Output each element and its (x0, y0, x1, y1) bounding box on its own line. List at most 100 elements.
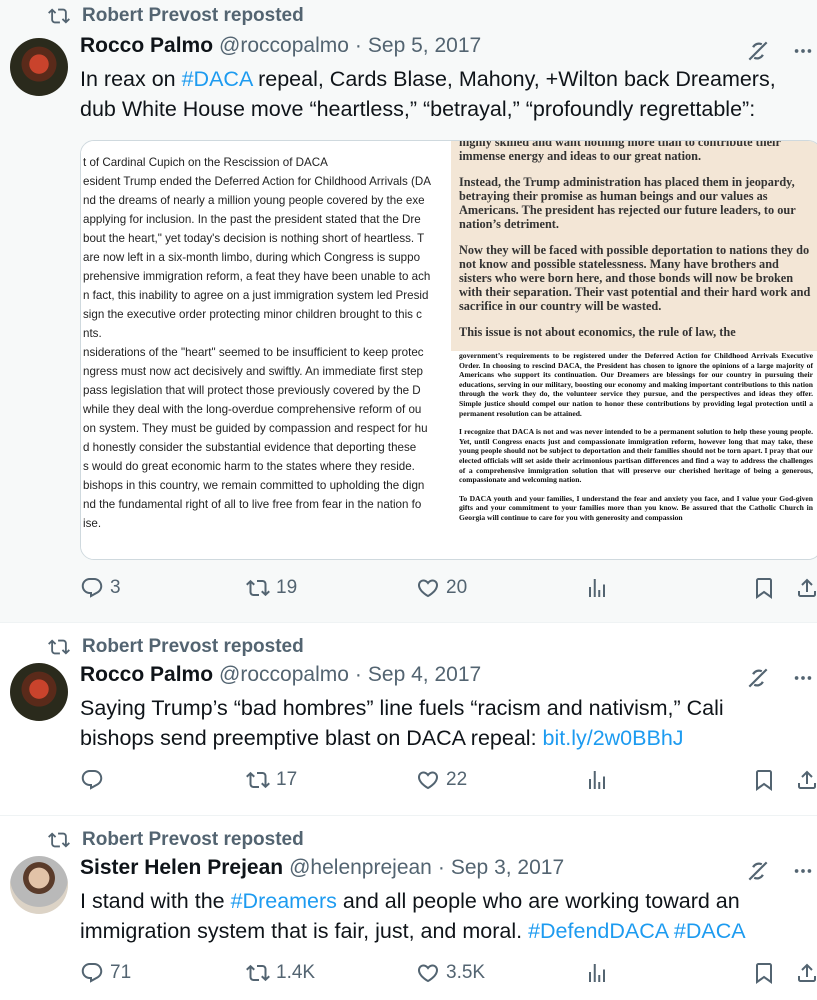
share-icon (795, 768, 817, 792)
bookmark-icon (752, 961, 776, 985)
heart-icon (416, 576, 440, 600)
tweet[interactable]: Robert Prevost reposted Rocco Palmo @roc… (0, 623, 817, 816)
share-button[interactable] (795, 961, 817, 985)
reply-icon (80, 576, 104, 600)
document-line: s would do great economic harm to the st… (83, 460, 415, 473)
document-line: t of Cardinal Cupich on the Rescission o… (83, 156, 328, 169)
reply-button[interactable]: 3 (80, 576, 121, 600)
author-name[interactable]: Rocco Palmo (80, 34, 213, 58)
repost-icon (246, 576, 270, 600)
tweet-date[interactable]: Sep 3, 2017 (451, 856, 564, 880)
share-button[interactable] (795, 768, 817, 792)
reply-icon (80, 768, 104, 792)
views-button[interactable] (585, 768, 609, 792)
hashtag-link[interactable]: #DefendDACA (528, 919, 668, 943)
repost-context-label: Robert Prevost reposted (82, 5, 304, 26)
avatar[interactable] (10, 38, 68, 96)
avatar[interactable] (10, 856, 68, 914)
repost-button[interactable]: 19 (246, 576, 297, 600)
grok-icon[interactable] (745, 38, 771, 64)
hashtag-link[interactable]: #DACA (674, 919, 746, 943)
share-button[interactable] (795, 576, 817, 600)
heart-icon (416, 961, 440, 985)
letter-paragraph: Instead, the Trump administration has pl… (459, 175, 796, 231)
tweet-actions: 71 1.4K 3.5K (80, 961, 817, 991)
tweet-header: Rocco Palmo @roccopalmo · Sep 4, 2017 (80, 663, 747, 693)
reply-button[interactable]: 71 (80, 961, 131, 985)
reply-button[interactable] (80, 768, 110, 792)
repost-icon (246, 768, 270, 792)
repost-context-label: Robert Prevost reposted (82, 636, 304, 657)
like-button[interactable]: 3.5K (416, 961, 485, 985)
tweet-actions: 17 22 (80, 768, 817, 798)
reply-count: 3 (110, 577, 121, 598)
document-line: applying for inclusion. In the past the … (83, 213, 421, 226)
document-line: nd the dreams of nearly a million young … (83, 194, 425, 207)
document-line: ise. (83, 517, 102, 530)
like-count: 3.5K (446, 962, 486, 983)
more-icon[interactable] (791, 40, 815, 62)
repost-context[interactable]: Robert Prevost reposted (48, 828, 304, 852)
tweet-text: In reax on #DACA repeal, Cards Blase, Ma… (80, 64, 803, 124)
letter-paragraph: This issue is not about economics, the r… (459, 325, 736, 339)
like-button[interactable]: 20 (416, 576, 467, 600)
author-handle[interactable]: @helenprejean (289, 856, 432, 880)
press-paragraph: government’s requirements to be register… (459, 351, 813, 418)
letter-paragraph: Now they will be faced with possible dep… (459, 243, 811, 313)
tweet-date[interactable]: Sep 5, 2017 (368, 34, 481, 58)
views-icon (585, 576, 609, 600)
bookmark-button[interactable] (752, 961, 776, 985)
document-line: on system. They must be guided by compas… (83, 422, 428, 435)
separator-dot: · (437, 856, 445, 879)
like-button[interactable]: 22 (416, 768, 467, 792)
document-line: nsiderations of the "heart" seemed to be… (83, 346, 424, 359)
repost-count: 19 (276, 577, 298, 598)
url-link[interactable]: bit.ly/2w0BBhJ (543, 726, 684, 750)
tweet-header: Sister Helen Prejean @helenprejean · Sep… (80, 856, 747, 886)
heart-icon (416, 768, 440, 792)
repost-icon (48, 829, 70, 851)
repost-count: 17 (276, 769, 298, 790)
tweet-text: I stand with the #Dreamers and all peopl… (80, 886, 803, 946)
author-handle[interactable]: @roccopalmo (219, 34, 349, 58)
tweet-header: Rocco Palmo @roccopalmo · Sep 5, 2017 (80, 34, 747, 64)
document-line: nd the fundamental right of all to live … (83, 498, 422, 511)
letter-excerpt: highly skilled and want nothing more tha… (451, 141, 817, 351)
press-paragraph: I recognize that DACA is not and was nev… (459, 427, 813, 485)
views-icon (585, 768, 609, 792)
grok-icon[interactable] (745, 858, 771, 884)
tweet-text-part: In reax on (80, 67, 182, 91)
views-button[interactable] (585, 576, 609, 600)
avatar[interactable] (10, 663, 68, 721)
author-name[interactable]: Sister Helen Prejean (80, 856, 283, 880)
document-line: bishops in this country, we remain commi… (83, 479, 425, 492)
document-line: esident Trump ended the Deferred Action … (83, 175, 431, 188)
press-paragraph: To DACA youth and your families, I under… (459, 493, 813, 522)
hashtag-link[interactable]: #DACA (182, 67, 253, 91)
bookmark-icon (752, 768, 776, 792)
repost-context[interactable]: Robert Prevost reposted (48, 4, 304, 28)
share-icon (795, 576, 817, 600)
separator-dot: · (354, 663, 362, 686)
more-icon[interactable] (791, 667, 815, 689)
grok-icon[interactable] (745, 665, 771, 691)
tweet-text-part: I stand with the (80, 889, 231, 913)
author-name[interactable]: Rocco Palmo (80, 663, 213, 687)
repost-count: 1.4K (276, 962, 316, 983)
bookmark-button[interactable] (752, 576, 776, 600)
tweet-date[interactable]: Sep 4, 2017 (368, 663, 481, 687)
more-icon[interactable] (791, 860, 815, 882)
author-handle[interactable]: @roccopalmo (219, 663, 349, 687)
document-line: are now left in a six-month limbo, durin… (83, 251, 421, 264)
hashtag-link[interactable]: #Dreamers (231, 889, 337, 913)
document-line: ngress must now act decisively and swift… (83, 365, 423, 378)
tweet-media[interactable]: t of Cardinal Cupich on the Rescission o… (80, 140, 817, 560)
bookmark-button[interactable] (752, 768, 776, 792)
repost-context[interactable]: Robert Prevost reposted (48, 635, 304, 659)
views-button[interactable] (585, 961, 609, 985)
tweet[interactable]: Robert Prevost reposted Sister Helen Pre… (0, 816, 817, 1000)
separator-dot: · (354, 34, 362, 57)
tweet[interactable]: Robert Prevost reposted Rocco Palmo @roc… (0, 0, 817, 623)
repost-button[interactable]: 17 (246, 768, 297, 792)
repost-button[interactable]: 1.4K (246, 961, 315, 985)
